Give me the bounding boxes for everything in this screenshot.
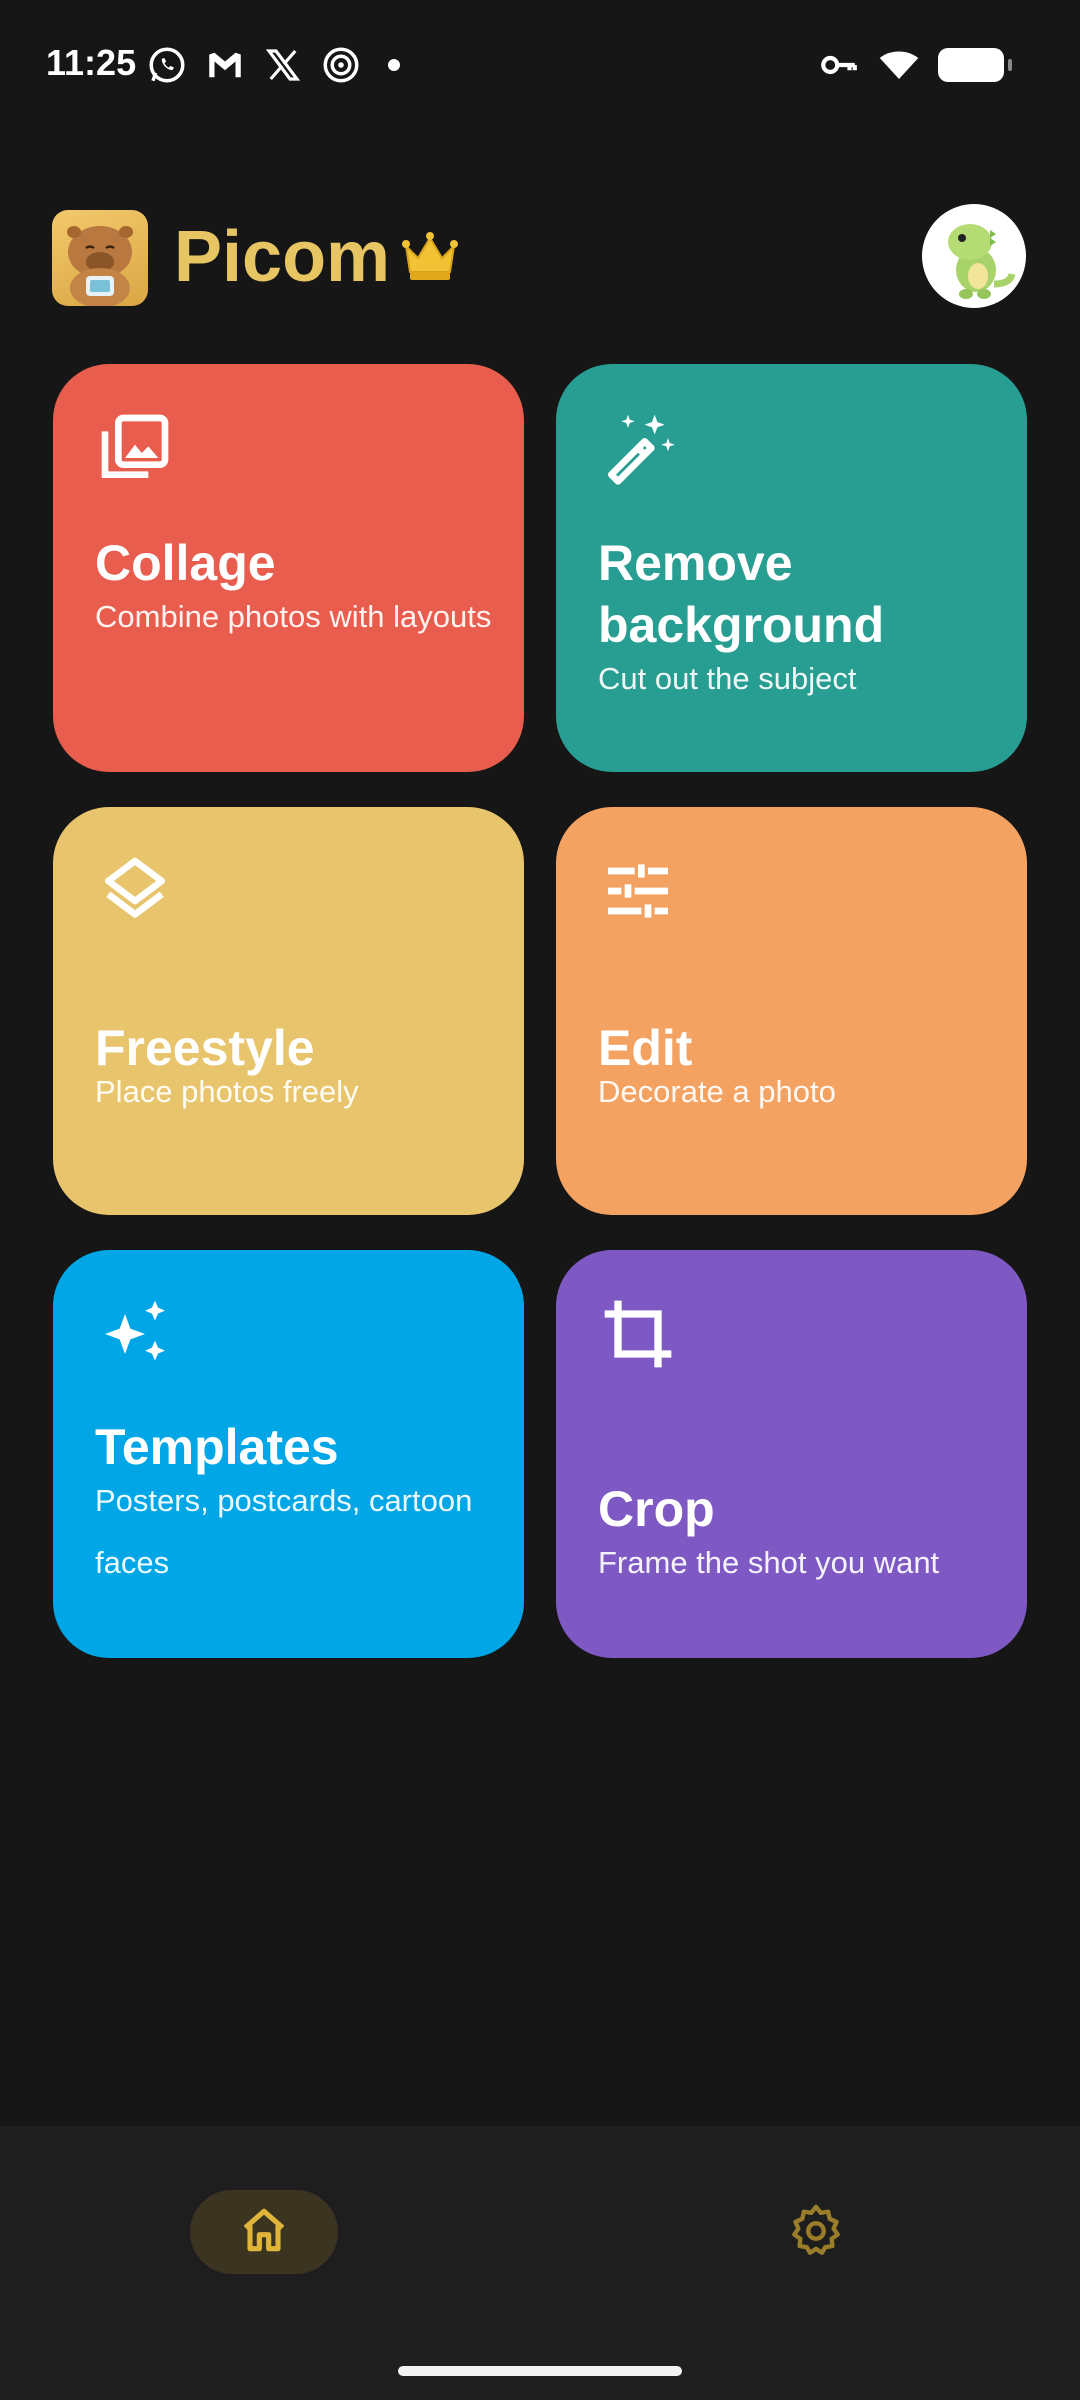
- status-time: 11:25: [46, 42, 137, 83]
- card-title: Collage: [95, 535, 276, 591]
- bottom-navigation: [0, 2126, 1080, 2400]
- gmail-icon: [204, 44, 246, 86]
- status-bar: 11:25: [0, 0, 1080, 130]
- card-subtitle: Frame the shot you want: [598, 1545, 940, 1580]
- remove-background-card[interactable]: Remove background Cut out the subject: [556, 364, 1027, 772]
- collage-card[interactable]: Collage Combine photos with layouts: [53, 364, 524, 772]
- threads-icon: [320, 44, 362, 86]
- card-title: Templates: [95, 1419, 339, 1475]
- app-header: Picom: [0, 200, 1080, 320]
- layers-icon: [95, 851, 175, 931]
- app-title: Picom: [174, 217, 391, 297]
- app-logo: [52, 210, 148, 306]
- card-title: Remove background: [598, 535, 885, 653]
- wifi-icon: [878, 44, 920, 86]
- card-subtitle: Decorate a photo: [598, 1074, 836, 1109]
- home-indicator[interactable]: [398, 2366, 682, 2376]
- card-title: Crop: [598, 1481, 715, 1537]
- card-subtitle: Cut out the subject: [598, 661, 857, 696]
- sparkles-icon: [95, 1294, 175, 1374]
- freestyle-card[interactable]: Freestyle Place photos freely: [53, 807, 524, 1215]
- battery-icon: [938, 48, 1012, 82]
- nav-home-button[interactable]: [190, 2190, 338, 2274]
- card-subtitle: Posters, postcards, cartoon faces: [95, 1483, 473, 1580]
- avatar[interactable]: [922, 204, 1026, 308]
- crop-icon: [598, 1294, 678, 1374]
- x-icon: [262, 44, 304, 86]
- home-icon: [236, 2202, 292, 2263]
- photo-library-icon: [95, 408, 175, 488]
- card-subtitle: Combine photos with layouts: [95, 599, 492, 634]
- crown-icon: [400, 230, 460, 282]
- whatsapp-icon: [146, 44, 188, 86]
- edit-card[interactable]: Edit Decorate a photo: [556, 807, 1027, 1215]
- home-screen: 11:25 Picom Collage Combine photos with …: [0, 0, 1080, 2400]
- crop-card[interactable]: Crop Frame the shot you want: [556, 1250, 1027, 1658]
- nav-settings-button[interactable]: [776, 2200, 856, 2266]
- magic-wand-icon: [598, 408, 678, 488]
- templates-card[interactable]: Templates Posters, postcards, cartoon fa…: [53, 1250, 524, 1658]
- gear-icon: [787, 2202, 845, 2265]
- tune-icon: [598, 851, 678, 931]
- more-notifications-dot: [388, 59, 400, 71]
- card-subtitle: Place photos freely: [95, 1074, 359, 1109]
- vpn-key-icon: [818, 44, 860, 86]
